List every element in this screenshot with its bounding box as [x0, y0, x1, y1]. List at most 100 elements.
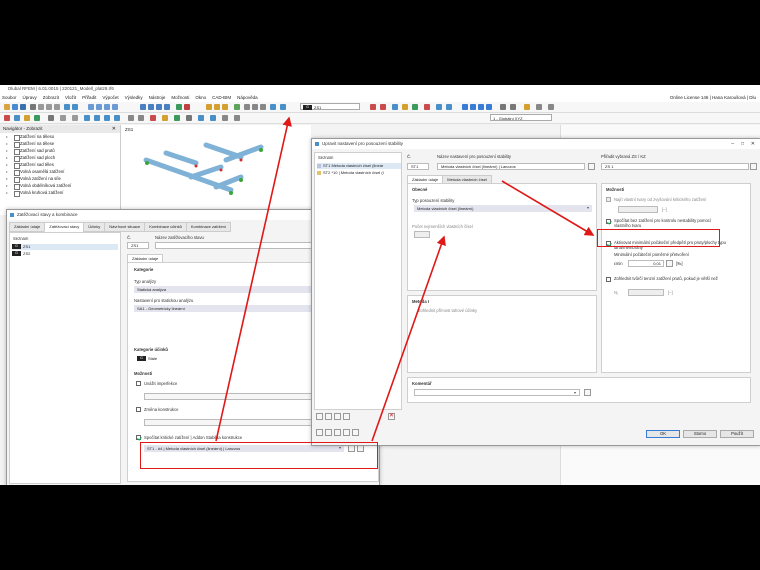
- minimize-icon[interactable]: –: [731, 139, 734, 149]
- tab-design-situations[interactable]: Návrhové situace: [104, 222, 146, 232]
- copy-item-icon[interactable]: [325, 413, 332, 420]
- copy-icon[interactable]: [46, 104, 52, 110]
- display-icon[interactable]: [164, 104, 170, 110]
- line-icon[interactable]: [14, 115, 20, 121]
- min-prestress-field[interactable]: 0,01: [628, 260, 664, 267]
- print-icon[interactable]: [30, 104, 36, 110]
- structure-modification-checkbox[interactable]: [136, 407, 141, 412]
- navigator-item[interactable]: Zatížení na těleso: [0, 133, 120, 141]
- snap-icon[interactable]: [252, 104, 258, 110]
- filter-icon[interactable]: [234, 115, 240, 121]
- mesh-icon[interactable]: [222, 115, 228, 121]
- result-display-icon[interactable]: [392, 104, 398, 110]
- comment-field[interactable]: [414, 389, 580, 396]
- ok-button[interactable]: OK: [646, 430, 680, 438]
- calculate-icon[interactable]: [176, 104, 182, 110]
- view-side-icon[interactable]: [470, 104, 476, 110]
- menu-results[interactable]: Výsledky: [125, 95, 143, 100]
- save-icon[interactable]: [20, 104, 26, 110]
- menu-edit[interactable]: Úpravy: [23, 95, 37, 100]
- stability-type-select[interactable]: Metoda vlastních čísel (lineární): [414, 205, 592, 212]
- zoom-icon[interactable]: [96, 104, 102, 110]
- section-tool-icon[interactable]: [162, 115, 168, 121]
- guide-icon[interactable]: [260, 104, 266, 110]
- list-item[interactable]: G ZS1: [12, 244, 118, 250]
- search-icon[interactable]: [316, 429, 323, 436]
- menu-cad-bim[interactable]: CAD-BIM: [212, 95, 231, 100]
- hinge-icon[interactable]: [72, 115, 78, 121]
- navigator-item[interactable]: Zatížení sad ploch: [0, 154, 120, 162]
- tension-checkbox[interactable]: [606, 277, 611, 282]
- model-viewport[interactable]: ZS1: [121, 125, 311, 215]
- surface-icon[interactable]: [222, 104, 228, 110]
- navigator-item[interactable]: Volná obdélníková zatížení: [0, 182, 120, 190]
- units-icon[interactable]: [325, 429, 332, 436]
- maximize-icon[interactable]: □: [741, 139, 744, 149]
- support-tool-icon[interactable]: [198, 115, 204, 121]
- open-icon[interactable]: [12, 104, 18, 110]
- next-loadcase-icon[interactable]: [280, 104, 286, 110]
- navigator-item[interactable]: Zatížení na tělese: [0, 140, 120, 148]
- deformation-icon[interactable]: [402, 104, 408, 110]
- number-field[interactable]: ST1: [407, 163, 429, 170]
- paste-icon[interactable]: [54, 104, 60, 110]
- setting-name-field[interactable]: Metoda vlastních čísel (lineární) | Lanc…: [437, 163, 585, 170]
- add-item-icon[interactable]: [316, 413, 323, 420]
- menu-calculate[interactable]: Výpočet: [102, 95, 118, 100]
- cancel-button[interactable]: Storno: [683, 430, 717, 438]
- menu-assign[interactable]: Přiřadit: [82, 95, 96, 100]
- menu-options[interactable]: Možnosti: [171, 95, 189, 100]
- section-icon[interactable]: [436, 104, 442, 110]
- cut-icon[interactable]: [38, 104, 44, 110]
- connect-icon[interactable]: [138, 115, 144, 121]
- import-icon[interactable]: [334, 413, 341, 420]
- opening-icon[interactable]: [60, 115, 66, 121]
- member-icon[interactable]: [214, 104, 220, 110]
- coord-system-select[interactable]: 1 - Globální XYZ: [490, 114, 552, 121]
- load-icon[interactable]: [206, 104, 212, 110]
- navigator-item[interactable]: Volná zatížení na síle: [0, 175, 120, 183]
- grid-icon[interactable]: [244, 104, 250, 110]
- navigator-item[interactable]: Volná kruhová zatížení: [0, 189, 120, 197]
- previous-loadcase-icon[interactable]: [270, 104, 276, 110]
- member-tool-icon[interactable]: [24, 115, 30, 121]
- data-icon[interactable]: [156, 104, 162, 110]
- tab-load-combinations[interactable]: Kombinace zatížení: [185, 222, 232, 232]
- close-icon[interactable]: ✕: [112, 125, 116, 133]
- mirror-icon[interactable]: [104, 115, 110, 121]
- wireframe-icon[interactable]: [510, 104, 516, 110]
- number-field[interactable]: ZS1: [127, 242, 149, 249]
- redo-icon[interactable]: [72, 104, 78, 110]
- tab-actions[interactable]: Účinky: [83, 222, 106, 232]
- table-icon[interactable]: [140, 104, 146, 110]
- diagram-icon[interactable]: [446, 104, 452, 110]
- selection-icon[interactable]: [334, 429, 341, 436]
- menu-window[interactable]: Okno: [195, 95, 206, 100]
- divide-icon[interactable]: [128, 115, 134, 121]
- navigator-icon[interactable]: [148, 104, 154, 110]
- list-item[interactable]: ST1 Metoda vlastních čísel (lineár: [317, 163, 401, 169]
- animation-icon[interactable]: [412, 104, 418, 110]
- list-item[interactable]: G ZS2: [12, 251, 118, 257]
- release-icon[interactable]: [210, 115, 216, 121]
- new-icon[interactable]: [4, 104, 10, 110]
- thickness-icon[interactable]: [186, 115, 192, 121]
- menu-insert[interactable]: Vložit: [65, 95, 76, 100]
- navigator-item[interactable]: Volná osamělá zatížení: [0, 168, 120, 176]
- close-icon[interactable]: ✕: [751, 139, 755, 149]
- tab-action-combinations[interactable]: Kombinace účinků: [144, 222, 187, 232]
- node-icon[interactable]: [4, 115, 10, 121]
- menu-view[interactable]: Zobrazit: [43, 95, 59, 100]
- select-icon[interactable]: [88, 104, 94, 110]
- rotate-icon[interactable]: [112, 104, 118, 110]
- view-front-icon[interactable]: [462, 104, 468, 110]
- move-icon[interactable]: [84, 115, 90, 121]
- apply-button[interactable]: Použít: [720, 430, 754, 438]
- navigator-item[interactable]: Zatížení sad těles: [0, 161, 120, 169]
- scale-icon[interactable]: [114, 115, 120, 121]
- light-icon[interactable]: [524, 104, 530, 110]
- edit-prestress-icon[interactable]: [666, 260, 673, 267]
- delete-tool-icon[interactable]: [150, 115, 156, 121]
- comment-edit-icon[interactable]: [584, 389, 591, 396]
- tab-load-cases[interactable]: Zatěžovací stavy: [44, 222, 85, 232]
